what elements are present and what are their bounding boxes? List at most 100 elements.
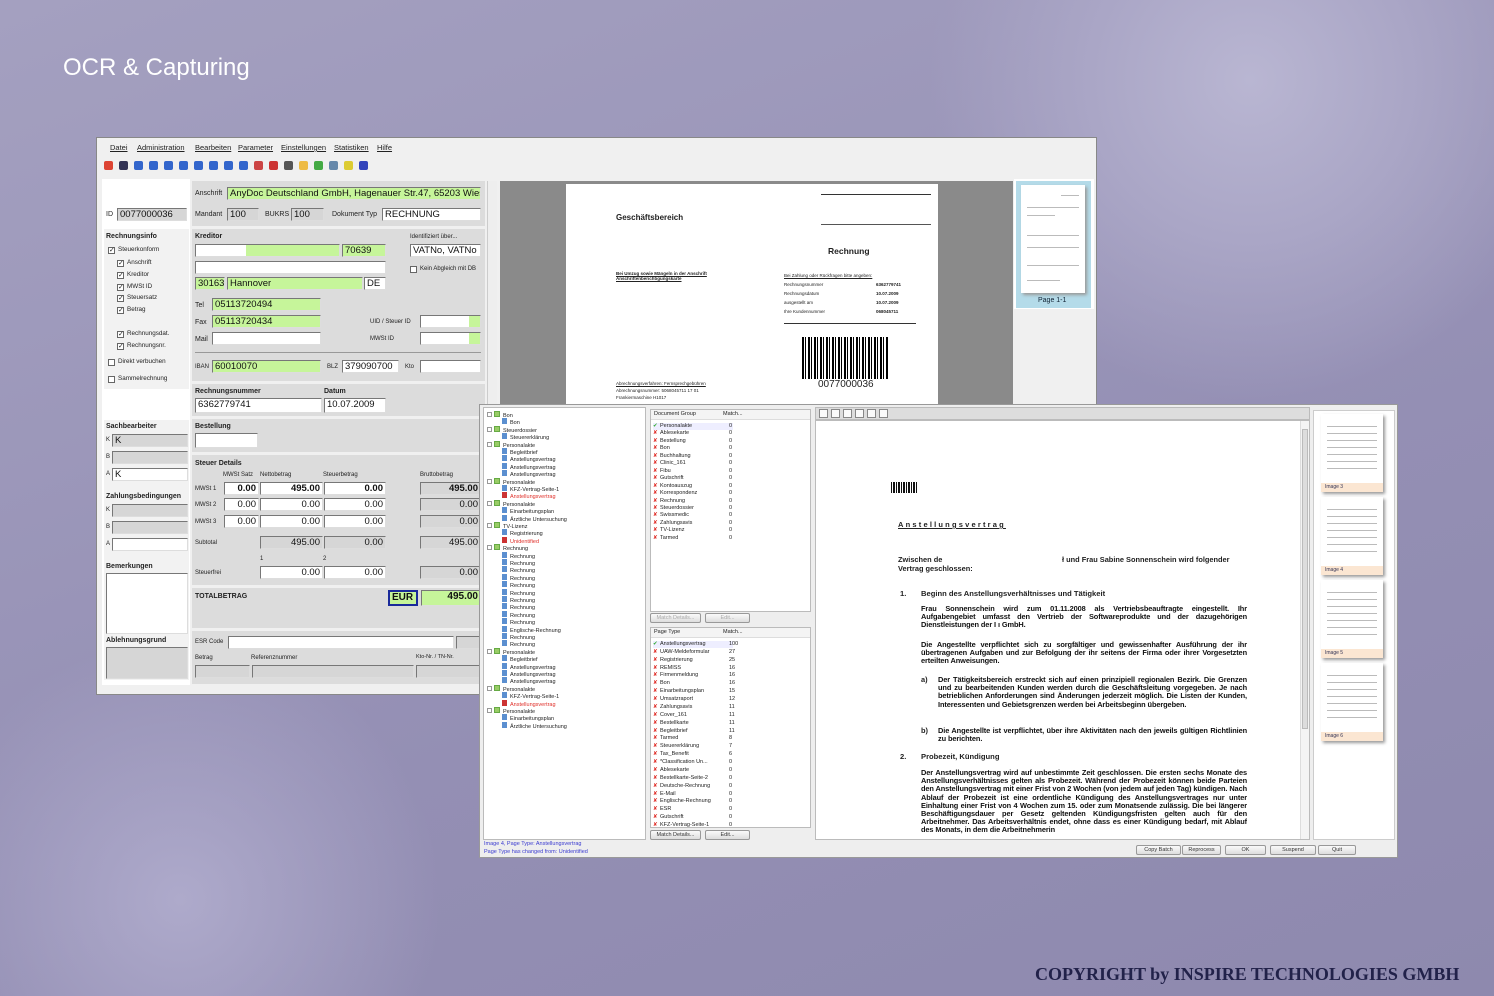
checkbox-mwst-id[interactable]: ✓	[117, 284, 124, 291]
tel-field[interactable]: 05113720494	[212, 298, 321, 311]
ok-button[interactable]: OK	[1225, 845, 1266, 855]
checkbox-kreditor[interactable]: ✓	[117, 272, 124, 279]
collapse-icon[interactable]	[487, 500, 492, 506]
docgroup-row[interactable]: ✘ Ablesekarte	[653, 430, 733, 437]
mandant-field[interactable]: 100	[227, 208, 259, 221]
sb-field-b[interactable]	[112, 451, 188, 464]
pagetype-row[interactable]: ✘ Cover_161	[653, 712, 733, 719]
pagetype-row[interactable]: ✔ Anstellungsvertrag	[653, 641, 733, 648]
rechnungsnummer-field[interactable]: 6362779741	[195, 398, 322, 413]
bemerkungen-textarea[interactable]	[106, 573, 188, 634]
pagetype-col-match[interactable]: Match...	[723, 629, 743, 636]
scan-icon[interactable]	[119, 161, 128, 170]
total-field[interactable]: 495.00	[421, 590, 481, 606]
tax-steuer-field[interactable]: 0.00	[324, 498, 386, 511]
rotate-right-icon[interactable]	[867, 409, 876, 418]
text-icon[interactable]	[843, 409, 852, 418]
pagetype-row[interactable]: ✘ Steuererklärung	[653, 743, 733, 750]
referenz-field[interactable]	[252, 665, 414, 678]
top-icon[interactable]	[194, 161, 203, 170]
docgroup-row[interactable]: ✔ Personalakte	[653, 423, 733, 430]
dokument-typ-field[interactable]: RECHNUNG	[382, 208, 481, 221]
zb-field-k[interactable]	[112, 504, 188, 517]
stack-icon[interactable]	[284, 161, 293, 170]
docgroup-row[interactable]: ✘ Rechnung	[653, 498, 733, 505]
rotate-left-icon[interactable]	[855, 409, 864, 418]
checkbox-direkt-verbuchen[interactable]	[108, 359, 115, 366]
page-type-list[interactable]: Page Type Match... ✔ Anstellungsvertrag 100 ✘…	[650, 627, 811, 828]
sb-field-k[interactable]: K	[112, 434, 188, 447]
docgroup-row[interactable]: ✘ Steuerdossier	[653, 505, 733, 512]
kreditor-number-field[interactable]: 70639	[342, 244, 386, 257]
mwst-id-field[interactable]	[420, 332, 481, 345]
docgroup-row[interactable]: ✘ Gutschrift	[653, 475, 733, 482]
kreditor-street-field[interactable]	[195, 261, 386, 274]
ablehnungsgrund-field[interactable]	[106, 647, 188, 679]
document-tree[interactable]: Bon Bon Steuerdossier Steuererklärung Person…	[483, 407, 646, 840]
kto-tn-field[interactable]	[416, 665, 481, 678]
docgroup-row[interactable]: ✘ Bon	[653, 445, 733, 452]
save-icon[interactable]	[104, 161, 113, 170]
collapse-icon[interactable]	[487, 685, 492, 691]
blz-field[interactable]: 379090700	[342, 360, 399, 373]
menu-einstellungen[interactable]: Einstellungen	[281, 144, 326, 152]
pagetype-row[interactable]: ✘ Tarmed	[653, 735, 733, 742]
collapse-icon[interactable]	[487, 412, 492, 417]
docgroup-row[interactable]: ✘ Korrespondenz	[653, 490, 733, 497]
pagetype-row[interactable]: ✘ Zahlungsavis	[653, 704, 733, 711]
docgroup-row[interactable]: ✘ Fibu	[653, 468, 733, 475]
print-icon[interactable]	[879, 409, 888, 418]
anschrift-field[interactable]: AnyDoc Deutschland GmbH, Hagenauer Str.4…	[227, 187, 481, 200]
steuerfrei-1[interactable]: 0.00	[260, 566, 323, 579]
checkbox-rechnungsnr-[interactable]: ✓	[117, 343, 124, 350]
delete-icon[interactable]	[254, 161, 263, 170]
docgroup-row[interactable]: ✘ Kontoauszug	[653, 483, 733, 490]
checkbox-steuersatz[interactable]: ✓	[117, 295, 124, 302]
collapse-icon[interactable]	[487, 426, 492, 432]
bestellung-field[interactable]	[195, 433, 258, 448]
tax-steuer-field[interactable]: 0.00	[324, 515, 386, 528]
pagetype-row[interactable]: ✘ Registrierung	[653, 657, 733, 664]
invoice-viewer[interactable]: Geschäftsbereich Rechnung Bei Umzug sowi…	[500, 181, 1013, 404]
reprocess-button[interactable]: Reprocess	[1182, 845, 1221, 855]
zoom-width-icon[interactable]	[831, 409, 840, 418]
tree-item[interactable]: Ärztliche Untersuchung	[502, 721, 567, 731]
tax-satz-field[interactable]: 0.00	[224, 498, 259, 511]
star-icon[interactable]	[344, 161, 353, 170]
image-thumbnail[interactable]: Image 3	[1321, 414, 1383, 492]
esr-extra-field[interactable]	[456, 636, 481, 649]
bottom-icon[interactable]	[239, 161, 248, 170]
menu-bearbeiten[interactable]: Bearbeiten	[195, 144, 231, 152]
docgroup-row[interactable]: ✘ Tarmed	[653, 535, 733, 542]
pagetype-row[interactable]: ✘ Bon	[653, 680, 733, 687]
tax-netto-field[interactable]: 0.00	[260, 498, 323, 511]
pagetype-row[interactable]: ✘ Einarbeitungsplan	[653, 688, 733, 695]
identifiziert-field[interactable]: VATNo, VATNo	[410, 244, 481, 257]
zoom-fit-icon[interactable]	[819, 409, 828, 418]
docgroup-row[interactable]: ✘ Bestellung	[653, 438, 733, 445]
docgroup-col-name[interactable]: Document Group	[654, 411, 696, 418]
docgroup-row[interactable]: ✘ Clinic_161	[653, 460, 733, 467]
edit-button-top[interactable]: Edit...	[705, 613, 750, 623]
pagetype-row[interactable]: ✘ UAW-Meldeformular	[653, 649, 733, 656]
document-icon[interactable]	[269, 161, 278, 170]
datum-field[interactable]: 10.07.2009	[324, 398, 386, 413]
plz-field[interactable]: 30163	[195, 277, 225, 290]
pagetype-row[interactable]: ✘ Begleitbrief	[653, 728, 733, 735]
kto-field[interactable]	[420, 360, 481, 373]
tax-steuer-field[interactable]: 0.00	[324, 482, 386, 495]
checkbox-sammelrechnung[interactable]	[108, 376, 115, 383]
document-scrollbar[interactable]	[1300, 421, 1309, 839]
menu-hilfe[interactable]: Hilfe	[377, 144, 392, 152]
docgroup-row[interactable]: ✘ TV-Lizenz	[653, 527, 733, 534]
quit-button[interactable]: Quit	[1318, 845, 1356, 855]
pagetype-row[interactable]: ✘ E-Mail	[653, 791, 733, 798]
betrag-field[interactable]	[195, 665, 250, 678]
zb-field-a[interactable]	[112, 538, 188, 551]
last-icon[interactable]	[179, 161, 188, 170]
pagetype-row[interactable]: ✘ ESR	[653, 806, 733, 813]
page-icon[interactable]	[329, 161, 338, 170]
mail-field[interactable]	[212, 332, 321, 345]
prev-icon[interactable]	[149, 161, 158, 170]
steuerfrei-2[interactable]: 0.00	[324, 566, 386, 579]
